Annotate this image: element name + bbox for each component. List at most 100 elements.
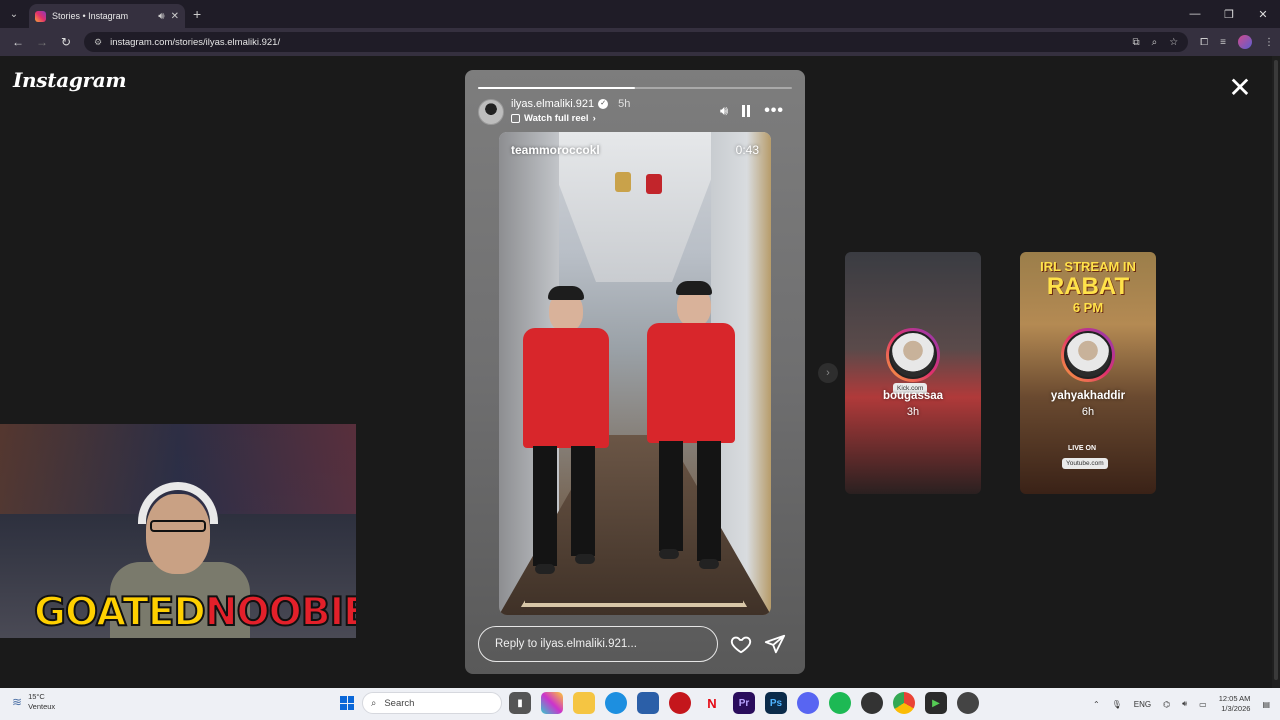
chrome-icon[interactable] — [893, 692, 915, 714]
pause-icon[interactable] — [742, 105, 751, 117]
speaker-icon[interactable]: 🔊︎ — [1182, 699, 1187, 709]
next-story-preview[interactable]: Kick.com bougassaa 3h — [845, 252, 981, 494]
address-bar[interactable]: ⚙ instagram.com/stories/ilyas.elmaliki.9… — [84, 32, 1189, 52]
spotify-icon[interactable] — [829, 692, 851, 714]
streamer-webcam-overlay: GOATEDNOOBIE — [0, 424, 356, 638]
headline-line-2: RABAT — [1046, 273, 1130, 300]
tab-title: Stories • Instagram — [52, 11, 129, 21]
share-send-icon[interactable] — [764, 633, 786, 655]
extensions-icon[interactable]: ⧠ — [1200, 37, 1208, 48]
browser-toolbar: ← → ↻ ⚙ instagram.com/stories/ilyas.elma… — [0, 28, 1280, 56]
back-arrow-icon[interactable]: ← — [6, 35, 30, 49]
browser-tab-instagram[interactable]: Stories • Instagram 🔊︎ ✕ — [29, 4, 185, 28]
page-scrollbar[interactable] — [1272, 56, 1280, 688]
url-text: instagram.com/stories/ilyas.elmaliki.921… — [110, 36, 281, 48]
browser-tab-strip: ⌄ Stories • Instagram 🔊︎ ✕ + — ❐ ✕ — [0, 0, 1280, 28]
windows-start-icon[interactable] — [336, 692, 358, 714]
story-user-info: ilyas.elmaliki.921 ✓ 5h — [511, 98, 630, 110]
close-stories-icon[interactable]: ✕ — [1226, 74, 1254, 102]
clock-date: 1/3/2026 — [1221, 704, 1251, 713]
app-misc-icon[interactable] — [957, 692, 979, 714]
clock[interactable]: 12:05 AM 1/3/2026 — [1219, 694, 1251, 714]
brand-text-part1: GOATED — [33, 589, 207, 636]
task-view-icon[interactable]: ▮ — [509, 692, 531, 714]
preview-time-ago: 3h — [906, 406, 920, 418]
reply-input[interactable] — [495, 638, 701, 650]
install-app-icon[interactable]: ⧉ — [1132, 37, 1139, 48]
streamer-brand-text: GOATEDNOOBIE — [33, 589, 356, 636]
story-progress-bar — [478, 87, 792, 89]
story-username[interactable]: ilyas.elmaliki.921 — [511, 98, 594, 110]
microphone-icon[interactable]: 🎙︎ — [1112, 700, 1122, 709]
story-header: ilyas.elmaliki.921 ✓ 5h Watch full reel … — [478, 98, 792, 128]
weather-temp: 15°C — [28, 692, 45, 701]
reload-icon[interactable]: ↻ — [54, 35, 78, 49]
preview-username: bougassaa — [882, 390, 944, 402]
minimize-button[interactable]: — — [1178, 8, 1212, 21]
file-explorer-icon[interactable] — [573, 692, 595, 714]
preview-username: yahyakhaddir — [1050, 390, 1126, 402]
window-close-button[interactable]: ✕ — [1246, 8, 1280, 21]
verified-badge-icon: ✓ — [598, 99, 609, 109]
glasses — [150, 520, 206, 532]
preview-tag: Youtube.com — [1062, 458, 1108, 469]
weather-widget[interactable]: ≋ 15°C Venteux — [12, 692, 55, 712]
preview-headline: IRL STREAM IN RABAT 6 PM — [1020, 260, 1156, 314]
menu-kebab-icon[interactable]: ⋮ — [1264, 37, 1274, 48]
store-icon[interactable] — [637, 692, 659, 714]
tray-chevron-up-icon[interactable]: ⌃ — [1093, 700, 1100, 709]
profile-avatar[interactable] — [1238, 35, 1252, 49]
taskbar-search[interactable]: ⌕ Search — [362, 692, 502, 714]
bookmark-star-icon[interactable]: ☆ — [1169, 37, 1178, 48]
story-controls: 🔊︎ ••• — [720, 102, 784, 120]
story-viewer[interactable]: ilyas.elmaliki.921 ✓ 5h Watch full reel … — [465, 70, 805, 674]
weather-desc: Venteux — [28, 702, 56, 711]
preview-avatar — [886, 328, 940, 382]
chevron-right-icon: › — [592, 113, 596, 124]
story-progress-fill — [478, 87, 635, 89]
copilot-icon[interactable] — [541, 692, 563, 714]
windows-taskbar: ≋ 15°C Venteux ⌕ Search ▮ N Pr Ps ▶ ⌃ 🎙︎… — [0, 688, 1280, 720]
tab-audio-icon[interactable]: 🔊︎ — [158, 11, 164, 22]
language-indicator[interactable]: ENG — [1134, 700, 1151, 709]
edge-icon[interactable] — [605, 692, 627, 714]
site-info-icon[interactable]: ⚙ — [94, 37, 102, 48]
battery-icon[interactable]: ▭ — [1199, 700, 1207, 709]
reel-video[interactable]: teammoroccokl 0:43 — [499, 132, 771, 615]
reply-box[interactable] — [478, 626, 718, 662]
story-user-avatar[interactable] — [478, 99, 504, 125]
zoom-icon[interactable]: ⌕ — [1152, 37, 1158, 48]
new-tab-button[interactable]: + — [193, 6, 201, 22]
wind-icon: ≋ — [12, 695, 23, 709]
headline-line-1: IRL STREAM IN — [1040, 259, 1136, 274]
volume-icon[interactable]: 🔊︎ — [720, 103, 728, 119]
like-heart-icon[interactable] — [730, 633, 752, 655]
taskbar-search-label: Search — [384, 697, 415, 709]
watch-full-reel-link[interactable]: Watch full reel › — [511, 113, 596, 124]
preview-time-ago: 6h — [1081, 406, 1095, 418]
media-controls-icon[interactable]: ≡ — [1220, 37, 1226, 48]
tab-search-dropdown-icon[interactable]: ⌄ — [3, 3, 25, 25]
maximize-button[interactable]: ❐ — [1212, 8, 1246, 21]
reel-username[interactable]: teammoroccokl — [511, 143, 600, 157]
more-options-icon[interactable]: ••• — [764, 102, 784, 120]
notifications-icon[interactable]: ▤ — [1262, 700, 1270, 709]
forward-arrow-icon[interactable]: → — [30, 35, 54, 49]
headline-line-3: 6 PM — [1072, 300, 1104, 315]
instagram-logo[interactable]: Instagram — [13, 68, 127, 92]
network-icon[interactable]: ⌬ — [1163, 700, 1170, 709]
app-red-icon[interactable] — [669, 692, 691, 714]
next-story-arrow-icon[interactable]: › — [818, 363, 838, 383]
discord-icon[interactable] — [797, 692, 819, 714]
terminal-icon[interactable]: ▶ — [925, 692, 947, 714]
preview-live-label: LIVE ON — [1068, 445, 1097, 452]
tab-close-icon[interactable]: ✕ — [171, 11, 179, 22]
netflix-icon[interactable]: N — [701, 692, 723, 714]
obs-icon[interactable] — [861, 692, 883, 714]
taskbar-apps: ⌕ Search ▮ N Pr Ps ▶ — [336, 692, 982, 714]
crest-badge-2 — [646, 174, 662, 194]
system-tray: ⌃ 🎙︎ ENG ⌬ 🔊︎ ▭ 12:05 AM 1/3/2026 ▤ — [1093, 688, 1270, 720]
premiere-icon[interactable]: Pr — [733, 692, 755, 714]
next-story-preview[interactable]: IRL STREAM IN RABAT 6 PM yahyakhaddir 6h… — [1020, 252, 1156, 494]
photoshop-icon[interactable]: Ps — [765, 692, 787, 714]
